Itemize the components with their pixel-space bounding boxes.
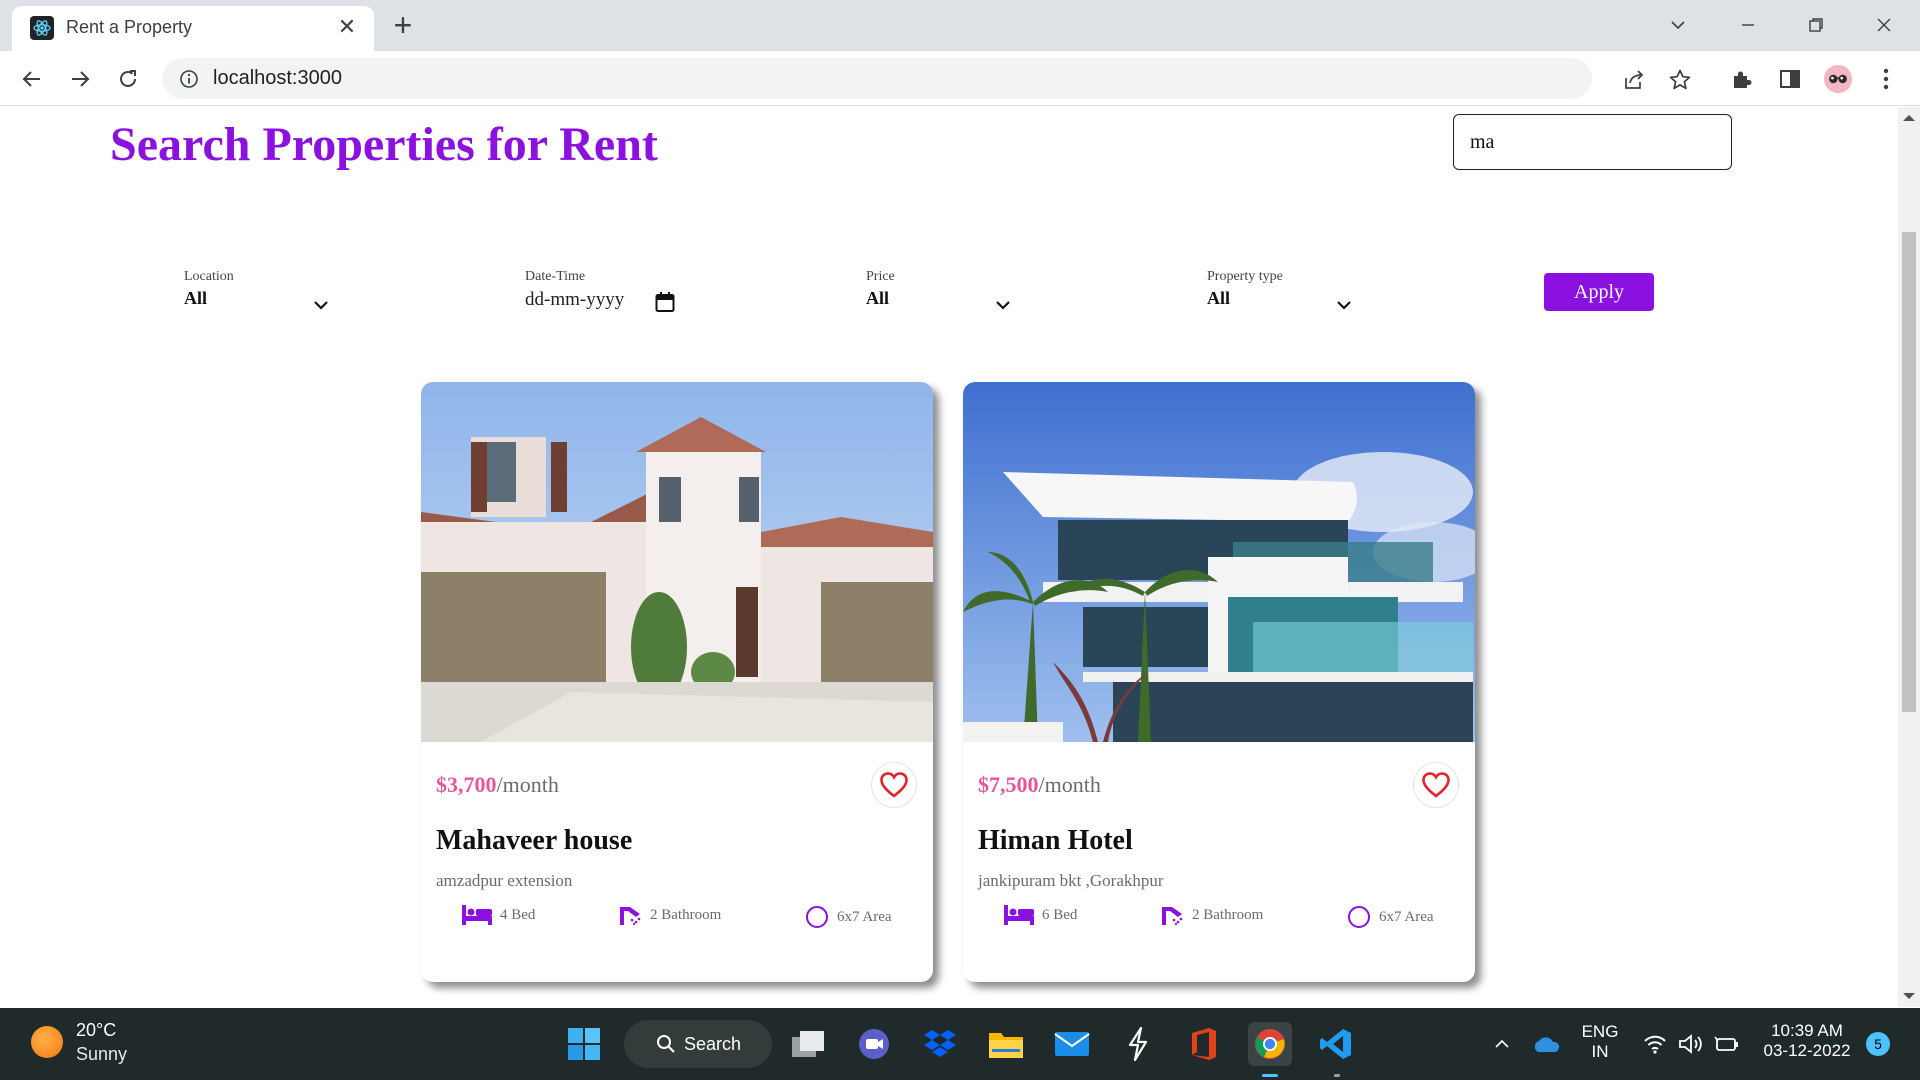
onedrive-icon[interactable]	[1526, 1022, 1566, 1066]
page-title: Search Properties for Rent	[110, 118, 658, 171]
file-explorer-icon[interactable]	[984, 1022, 1028, 1066]
search-input[interactable]	[1453, 114, 1732, 170]
property-type-label: Property type	[1207, 269, 1283, 284]
teams-chat-icon[interactable]	[852, 1022, 896, 1066]
apply-button[interactable]: Apply	[1544, 273, 1654, 311]
area-circle-icon	[1348, 906, 1370, 928]
clock[interactable]: 10:39 AM 03-12-2022	[1752, 1021, 1862, 1061]
listing-address: amzadpur extension	[436, 871, 573, 890]
listing-address: jankipuram bkt ,Gorakhpur	[978, 871, 1164, 890]
address-bar[interactable]: localhost:3000	[162, 58, 1691, 99]
area-info: 6x7 Area	[805, 905, 892, 929]
bookmark-star-icon[interactable]	[1667, 67, 1693, 93]
search-icon	[657, 1035, 675, 1053]
listing-name: Mahaveer house	[436, 825, 633, 856]
wifi-icon[interactable]	[1638, 1022, 1672, 1066]
heart-icon	[880, 772, 908, 798]
url-text: localhost:3000	[213, 67, 342, 89]
weather-condition[interactable]: Sunny	[76, 1044, 127, 1065]
office-icon[interactable]	[1182, 1022, 1226, 1066]
favorite-button[interactable]	[1413, 762, 1459, 808]
mail-icon[interactable]	[1050, 1022, 1094, 1066]
listing-price: $3,700/month	[436, 772, 559, 797]
area-circle-icon	[806, 906, 828, 928]
taskbar-search[interactable]: Search	[624, 1020, 772, 1068]
reload-icon[interactable]	[111, 62, 145, 96]
menu-kebab-icon[interactable]	[1871, 64, 1901, 94]
scroll-up-icon[interactable]	[1903, 115, 1915, 121]
page-scrollbar[interactable]	[1898, 107, 1920, 1007]
windows-taskbar: 20°C Sunny Search ENG IN 10:39 AM 03-12-…	[0, 1008, 1920, 1080]
site-info-icon[interactable]	[178, 68, 200, 90]
language-indicator[interactable]: ENG IN	[1578, 1022, 1622, 1062]
app-lightning-icon[interactable]	[1116, 1022, 1160, 1066]
location-label: Location	[184, 269, 234, 284]
volume-icon[interactable]	[1674, 1022, 1708, 1066]
calendar-icon[interactable]	[655, 291, 675, 313]
close-window-icon[interactable]	[1869, 10, 1899, 40]
weather-temperature[interactable]: 20°C	[76, 1020, 116, 1041]
scroll-down-icon[interactable]	[1903, 993, 1915, 999]
side-panel-icon[interactable]	[1775, 64, 1805, 94]
minimize-icon[interactable]	[1733, 10, 1763, 40]
location-chevron-down-icon[interactable]	[312, 296, 330, 314]
property-image[interactable]	[963, 382, 1475, 742]
vscode-icon[interactable]	[1314, 1022, 1358, 1066]
share-icon[interactable]	[1621, 67, 1647, 93]
task-view-icon[interactable]	[786, 1022, 830, 1066]
close-tab-icon[interactable]: ✕	[334, 14, 360, 40]
new-tab-icon[interactable]: +	[386, 9, 420, 43]
browser-toolbar: localhost:3000	[0, 51, 1920, 106]
browser-tab[interactable]: Rent a Property ✕	[12, 6, 374, 51]
profile-avatar[interactable]	[1823, 64, 1853, 94]
bed-icon	[1004, 905, 1034, 925]
heart-icon	[1422, 772, 1450, 798]
open-app-indicator	[1334, 1074, 1340, 1077]
location-value: All	[184, 288, 208, 308]
restore-icon[interactable]	[1801, 10, 1831, 40]
listing-name: Himan Hotel	[978, 825, 1133, 856]
tray-chevron-up-icon[interactable]	[1488, 1022, 1516, 1066]
beds-info: 6 Bed	[1004, 905, 1077, 925]
scroll-thumb[interactable]	[1902, 232, 1916, 712]
price-chevron-down-icon[interactable]	[994, 296, 1012, 314]
dropbox-icon[interactable]	[918, 1022, 962, 1066]
property-card[interactable]: $3,700/month Mahaveer house amzadpur ext…	[421, 382, 933, 982]
back-icon[interactable]	[15, 62, 49, 96]
shower-icon	[1162, 907, 1183, 925]
battery-icon[interactable]	[1710, 1022, 1744, 1066]
property-type-filter[interactable]: Property type All	[1207, 269, 1283, 309]
page-content: Search Properties for Rent Location All …	[0, 107, 1898, 1007]
datetime-filter[interactable]: Date-Time dd-mm-yyyy	[525, 269, 624, 311]
price-label: Price	[866, 269, 895, 284]
property-type-chevron-down-icon[interactable]	[1335, 296, 1353, 314]
favorite-button[interactable]	[871, 762, 917, 808]
property-card[interactable]: $7,500/month Himan Hotel jankipuram bkt …	[963, 382, 1475, 982]
notification-count-badge[interactable]: 5	[1866, 1032, 1890, 1056]
baths-info: 2 Bathroom	[618, 905, 721, 925]
baths-info: 2 Bathroom	[1160, 905, 1263, 925]
tab-search-chevron-icon[interactable]	[1663, 10, 1693, 40]
location-filter[interactable]: Location All	[184, 269, 234, 309]
beds-info: 4 Bed	[462, 905, 535, 925]
chrome-icon[interactable]	[1248, 1022, 1292, 1066]
react-icon	[30, 16, 54, 40]
area-info: 6x7 Area	[1347, 905, 1434, 929]
property-type-value: All	[1207, 288, 1231, 308]
property-image[interactable]	[421, 382, 933, 742]
price-value: All	[866, 288, 890, 308]
tab-title: Rent a Property	[66, 17, 193, 37]
extensions-icon[interactable]	[1727, 64, 1757, 94]
forward-icon[interactable]	[63, 62, 97, 96]
listing-price: $7,500/month	[978, 772, 1101, 797]
sun-icon[interactable]	[31, 1026, 63, 1058]
shower-icon	[620, 907, 641, 925]
browser-tabstrip: Rent a Property ✕ +	[0, 0, 1920, 51]
date-input[interactable]: dd-mm-yyyy	[525, 289, 624, 311]
price-filter[interactable]: Price All	[866, 269, 895, 309]
bed-icon	[462, 905, 492, 925]
datetime-label: Date-Time	[525, 269, 586, 284]
windows-start-icon[interactable]	[562, 1022, 606, 1066]
active-app-indicator	[1262, 1074, 1278, 1077]
